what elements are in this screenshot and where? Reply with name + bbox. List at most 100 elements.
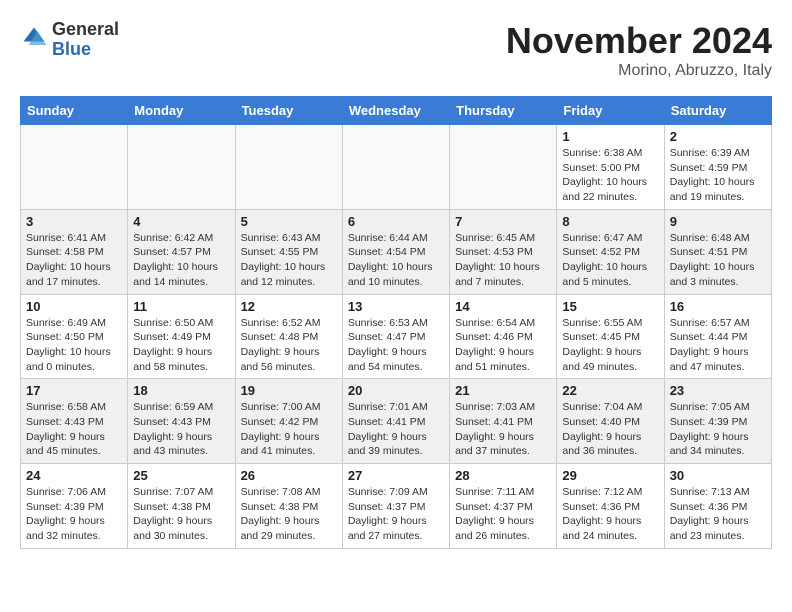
- calendar-day-cell: 2Sunrise: 6:39 AM Sunset: 4:59 PM Daylig…: [664, 125, 771, 210]
- calendar-week-row: 10 Sunrise: 6:49 AM Sunset: 4:50 PM Dayli…: [21, 294, 772, 379]
- calendar-day-cell: 16 Sunrise: 6:57 AM Sunset: 4:44 PM Dayli…: [664, 294, 771, 379]
- day-info: Sunrise: 6:59 AM Sunset: 4:43 PM Dayligh…: [133, 400, 229, 459]
- day-number: 13: [348, 299, 444, 314]
- calendar-table: SundayMondayTuesdayWednesdayThursdayFrid…: [20, 96, 772, 549]
- day-number: 10: [26, 299, 122, 314]
- page-header: General Blue November 2024 Morino, Abruz…: [20, 20, 772, 80]
- calendar-day-cell: 19Sunrise: 7:00 AM Sunset: 4:42 PM Dayli…: [235, 379, 342, 464]
- calendar-day-cell: 20 Sunrise: 7:01 AM Sunset: 4:41 PM Dayli…: [342, 379, 449, 464]
- location-title: Morino, Abruzzo, Italy: [506, 62, 772, 80]
- calendar-week-row: 17 Sunrise: 6:58 AM Sunset: 4:43 PM Dayli…: [21, 379, 772, 464]
- calendar-day-cell: 12Sunrise: 6:52 AM Sunset: 4:48 PM Dayli…: [235, 294, 342, 379]
- month-title: November 2024: [506, 20, 772, 62]
- day-info: Sunrise: 6:53 AM Sunset: 4:47 PM Dayligh…: [348, 316, 444, 375]
- day-number: 15: [562, 299, 658, 314]
- column-header-monday: Monday: [128, 97, 235, 125]
- day-info: Sunrise: 7:11 AM Sunset: 4:37 PM Dayligh…: [455, 485, 551, 544]
- calendar-day-cell: 25 Sunrise: 7:07 AM Sunset: 4:38 PM Dayli…: [128, 464, 235, 549]
- calendar-day-cell: 27 Sunrise: 7:09 AM Sunset: 4:37 PM Dayli…: [342, 464, 449, 549]
- day-number: 8: [562, 214, 658, 229]
- column-header-thursday: Thursday: [450, 97, 557, 125]
- day-info: Sunrise: 7:09 AM Sunset: 4:37 PM Dayligh…: [348, 485, 444, 544]
- calendar-day-cell: 7 Sunrise: 6:45 AM Sunset: 4:53 PM Daylig…: [450, 209, 557, 294]
- day-number: 18: [133, 383, 229, 398]
- logo-general: General: [52, 20, 119, 40]
- logo: General Blue: [20, 20, 119, 60]
- calendar-day-cell: 4Sunrise: 6:42 AM Sunset: 4:57 PM Daylig…: [128, 209, 235, 294]
- calendar-empty-cell: [450, 125, 557, 210]
- day-number: 3: [26, 214, 122, 229]
- day-number: 27: [348, 468, 444, 483]
- day-number: 9: [670, 214, 766, 229]
- day-info: Sunrise: 6:49 AM Sunset: 4:50 PM Dayligh…: [26, 316, 122, 375]
- day-number: 16: [670, 299, 766, 314]
- calendar-day-cell: 15 Sunrise: 6:55 AM Sunset: 4:45 PM Dayli…: [557, 294, 664, 379]
- day-number: 14: [455, 299, 551, 314]
- day-number: 5: [241, 214, 337, 229]
- day-info: Sunrise: 6:54 AM Sunset: 4:46 PM Dayligh…: [455, 316, 551, 375]
- calendar-empty-cell: [21, 125, 128, 210]
- calendar-day-cell: 11Sunrise: 6:50 AM Sunset: 4:49 PM Dayli…: [128, 294, 235, 379]
- day-number: 26: [241, 468, 337, 483]
- column-header-sunday: Sunday: [21, 97, 128, 125]
- column-header-saturday: Saturday: [664, 97, 771, 125]
- calendar-day-cell: 14 Sunrise: 6:54 AM Sunset: 4:46 PM Dayli…: [450, 294, 557, 379]
- calendar-week-row: 3 Sunrise: 6:41 AM Sunset: 4:58 PM Daylig…: [21, 209, 772, 294]
- day-info: Sunrise: 6:50 AM Sunset: 4:49 PM Dayligh…: [133, 316, 229, 375]
- calendar-day-cell: 30 Sunrise: 7:13 AM Sunset: 4:36 PM Dayli…: [664, 464, 771, 549]
- day-info: Sunrise: 6:44 AM Sunset: 4:54 PM Dayligh…: [348, 231, 444, 290]
- title-block: November 2024 Morino, Abruzzo, Italy: [506, 20, 772, 80]
- day-info: Sunrise: 7:03 AM Sunset: 4:41 PM Dayligh…: [455, 400, 551, 459]
- day-number: 12: [241, 299, 337, 314]
- day-info: Sunrise: 6:57 AM Sunset: 4:44 PM Dayligh…: [670, 316, 766, 375]
- calendar-day-cell: 23Sunrise: 7:05 AM Sunset: 4:39 PM Dayli…: [664, 379, 771, 464]
- day-number: 29: [562, 468, 658, 483]
- day-info: Sunrise: 6:58 AM Sunset: 4:43 PM Dayligh…: [26, 400, 122, 459]
- day-info: Sunrise: 7:04 AM Sunset: 4:40 PM Dayligh…: [562, 400, 658, 459]
- calendar-day-cell: 18 Sunrise: 6:59 AM Sunset: 4:43 PM Dayli…: [128, 379, 235, 464]
- calendar-day-cell: 17 Sunrise: 6:58 AM Sunset: 4:43 PM Dayli…: [21, 379, 128, 464]
- calendar-day-cell: 28 Sunrise: 7:11 AM Sunset: 4:37 PM Dayli…: [450, 464, 557, 549]
- column-header-wednesday: Wednesday: [342, 97, 449, 125]
- calendar-empty-cell: [128, 125, 235, 210]
- day-number: 30: [670, 468, 766, 483]
- calendar-day-cell: 10 Sunrise: 6:49 AM Sunset: 4:50 PM Dayli…: [21, 294, 128, 379]
- day-info: Sunrise: 7:07 AM Sunset: 4:38 PM Dayligh…: [133, 485, 229, 544]
- day-info: Sunrise: 6:43 AM Sunset: 4:55 PM Dayligh…: [241, 231, 337, 290]
- day-number: 22: [562, 383, 658, 398]
- column-header-friday: Friday: [557, 97, 664, 125]
- calendar-empty-cell: [235, 125, 342, 210]
- day-info: Sunrise: 6:45 AM Sunset: 4:53 PM Dayligh…: [455, 231, 551, 290]
- logo-blue: Blue: [52, 40, 119, 60]
- day-info: Sunrise: 6:42 AM Sunset: 4:57 PM Dayligh…: [133, 231, 229, 290]
- calendar-day-cell: 8 Sunrise: 6:47 AM Sunset: 4:52 PM Daylig…: [557, 209, 664, 294]
- day-number: 28: [455, 468, 551, 483]
- calendar-week-row: 1 Sunrise: 6:38 AM Sunset: 5:00 PM Daylig…: [21, 125, 772, 210]
- calendar-week-row: 24Sunrise: 7:06 AM Sunset: 4:39 PM Dayli…: [21, 464, 772, 549]
- day-info: Sunrise: 6:41 AM Sunset: 4:58 PM Dayligh…: [26, 231, 122, 290]
- day-number: 7: [455, 214, 551, 229]
- calendar-day-cell: 1 Sunrise: 6:38 AM Sunset: 5:00 PM Daylig…: [557, 125, 664, 210]
- day-info: Sunrise: 7:08 AM Sunset: 4:38 PM Dayligh…: [241, 485, 337, 544]
- day-info: Sunrise: 6:55 AM Sunset: 4:45 PM Dayligh…: [562, 316, 658, 375]
- calendar-day-cell: 22 Sunrise: 7:04 AM Sunset: 4:40 PM Dayli…: [557, 379, 664, 464]
- calendar-day-cell: 9Sunrise: 6:48 AM Sunset: 4:51 PM Daylig…: [664, 209, 771, 294]
- calendar-empty-cell: [342, 125, 449, 210]
- calendar-day-cell: 3 Sunrise: 6:41 AM Sunset: 4:58 PM Daylig…: [21, 209, 128, 294]
- day-number: 1: [562, 129, 658, 144]
- day-number: 17: [26, 383, 122, 398]
- day-number: 25: [133, 468, 229, 483]
- day-number: 20: [348, 383, 444, 398]
- day-number: 23: [670, 383, 766, 398]
- calendar-day-cell: 13 Sunrise: 6:53 AM Sunset: 4:47 PM Dayli…: [342, 294, 449, 379]
- logo-text: General Blue: [52, 20, 119, 60]
- column-header-tuesday: Tuesday: [235, 97, 342, 125]
- day-info: Sunrise: 7:12 AM Sunset: 4:36 PM Dayligh…: [562, 485, 658, 544]
- day-info: Sunrise: 6:38 AM Sunset: 5:00 PM Dayligh…: [562, 146, 658, 205]
- day-info: Sunrise: 7:01 AM Sunset: 4:41 PM Dayligh…: [348, 400, 444, 459]
- calendar-day-cell: 26 Sunrise: 7:08 AM Sunset: 4:38 PM Dayli…: [235, 464, 342, 549]
- day-number: 24: [26, 468, 122, 483]
- day-number: 6: [348, 214, 444, 229]
- day-info: Sunrise: 6:47 AM Sunset: 4:52 PM Dayligh…: [562, 231, 658, 290]
- day-info: Sunrise: 7:13 AM Sunset: 4:36 PM Dayligh…: [670, 485, 766, 544]
